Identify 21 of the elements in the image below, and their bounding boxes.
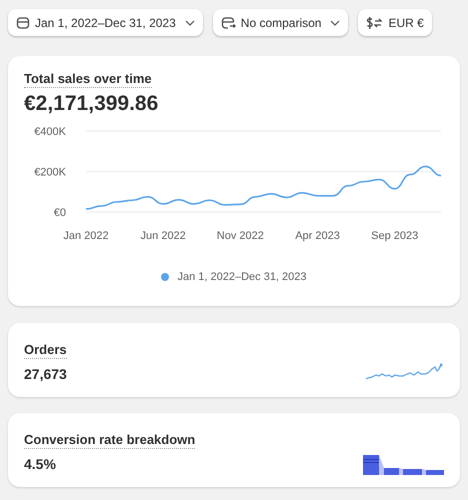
y-axis-label: €400K <box>34 126 66 138</box>
x-axis-label: Jan 2022 <box>63 230 109 242</box>
metric-value: 27,673 <box>24 365 67 384</box>
card-title[interactable]: Orders <box>24 341 67 359</box>
date-button[interactable]: Jan 1, 2022–Dec 31, 2023 <box>8 9 203 36</box>
total-sales-value: €2,171,399.86 <box>24 91 158 117</box>
x-axis-label: Jun 2022 <box>140 230 186 242</box>
card-title[interactable]: Total sales over time <box>24 70 152 88</box>
x-axis-label: Nov 2022 <box>216 230 264 242</box>
comparison-button[interactable]: No comparison <box>212 9 348 36</box>
x-axis-label: Apr 2023 <box>295 230 340 242</box>
calendar-compare-icon <box>220 16 236 30</box>
metric-value: 4.5% <box>24 455 56 474</box>
currency-button[interactable]: EUR € <box>358 9 432 36</box>
currency-exchange-icon <box>366 16 384 30</box>
calendar-icon <box>16 16 30 30</box>
x-axis-label: Sep 2023 <box>371 230 418 242</box>
legend-label: Jan 1, 2022–Dec 31, 2023 <box>177 270 307 285</box>
y-axis-label: €0 <box>54 207 66 219</box>
y-axis-label: €200K <box>34 166 66 178</box>
card-title[interactable]: Conversion rate breakdown <box>24 431 196 449</box>
